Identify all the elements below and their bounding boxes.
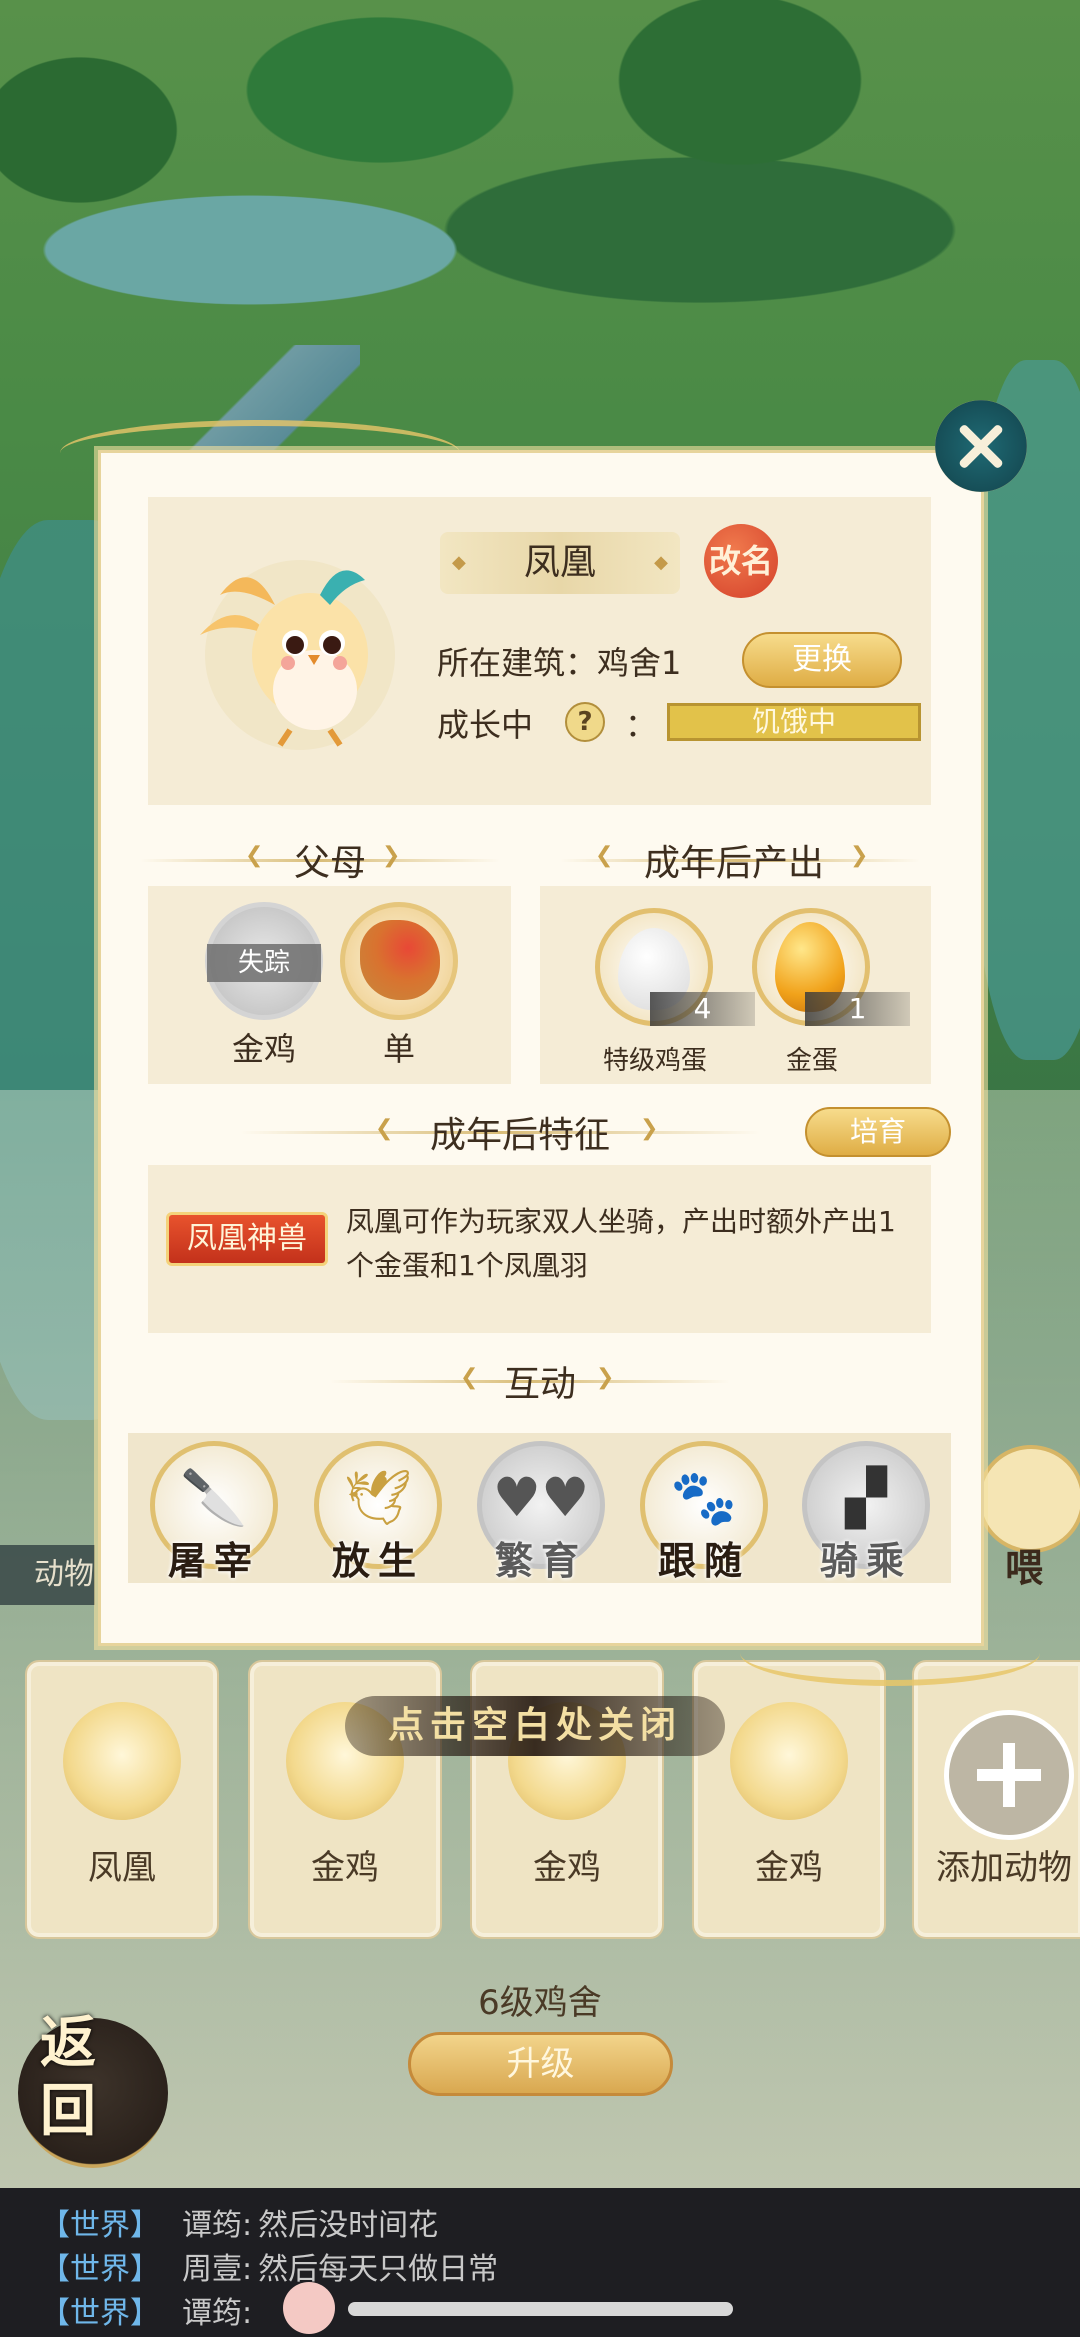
add-animal-card[interactable]: 添加动物 xyxy=(912,1660,1080,1939)
parents-title: 父母 xyxy=(293,843,366,884)
coop-level: 6级鸡舍 xyxy=(478,1983,602,2023)
scroll-ornament-icon: ❮ xyxy=(375,1116,394,1141)
output-count: 1 xyxy=(805,992,910,1026)
chat-text: 然后每天只做日常 xyxy=(258,2252,499,2287)
parent-name: 单 xyxy=(382,1030,415,1068)
hunger-status-bar: 饥饿中 xyxy=(667,703,921,741)
action-label: 放生 xyxy=(331,1539,424,1583)
pawprints-icon: 🐾 xyxy=(670,1466,738,1529)
scroll-ornament-icon: ❯ xyxy=(382,843,401,868)
trait-badge: 凤凰神兽 xyxy=(166,1212,328,1266)
cloud-swirl-ornament xyxy=(740,1620,1040,1686)
scroll-ornament-icon: ❮ xyxy=(595,843,614,868)
upgrade-button[interactable]: 升级 xyxy=(408,2032,673,2096)
saddle-icon: ▞ xyxy=(845,1466,887,1529)
traits-title: 成年后特征 xyxy=(429,1115,610,1156)
feed-label: 喂 xyxy=(1005,1546,1044,1590)
growth-stage-label: 成长中 xyxy=(437,706,534,744)
output-count: 4 xyxy=(650,992,755,1026)
chat-line: 【世界】 谭筠: xyxy=(40,2288,258,2332)
trait-description: 凤凰可作为玩家双人坐骑，产出时额外产出1个金蛋和1个凤凰羽 xyxy=(346,1205,896,1282)
animal-name-tag: 凤凰 xyxy=(440,532,680,594)
chat-line: 【世界】 谭筠: 然后没时间花 xyxy=(40,2200,438,2244)
animal-card-golden-chicken[interactable]: 金鸡 xyxy=(692,1660,886,1939)
bird-icon: 🕊 xyxy=(343,1466,413,1529)
avatar[interactable] xyxy=(283,2282,335,2334)
phoenix-icon xyxy=(63,1702,181,1820)
interact-title: 互动 xyxy=(503,1364,576,1405)
chat-input-bar[interactable] xyxy=(348,2302,733,2316)
rooster-icon xyxy=(360,920,440,1000)
output-name: 金蛋 xyxy=(785,1046,838,1076)
missing-badge: 失踪 xyxy=(207,944,321,982)
chat-line: 【世界】 周壹: 然后每天只做日常 xyxy=(40,2244,498,2288)
add-animal-label: 添加动物 xyxy=(936,1848,1072,1888)
output-title: 成年后产出 xyxy=(643,843,824,884)
close-icon[interactable] xyxy=(935,400,1027,492)
animal-name: 金鸡 xyxy=(533,1848,601,1888)
action-label: 骑乘 xyxy=(819,1539,912,1583)
golden-chick-icon xyxy=(730,1702,848,1820)
animal-name: 金鸡 xyxy=(755,1848,823,1888)
hearts-icon: ♥♥ xyxy=(492,1466,590,1529)
phoenix-portrait xyxy=(200,560,395,750)
cleaver-icon: 🔪 xyxy=(180,1466,248,1529)
parent-name: 金鸡 xyxy=(231,1030,296,1068)
scroll-ornament-icon: ❯ xyxy=(640,1116,659,1141)
scroll-ornament-icon: ❮ xyxy=(460,1365,479,1390)
change-building-button[interactable]: 更换 xyxy=(742,632,902,688)
chat-user: 谭筠: xyxy=(182,2296,253,2331)
scroll-ornament-icon: ❮ xyxy=(245,843,264,868)
rename-button[interactable]: 改名 xyxy=(704,524,778,598)
tap-to-close-hint: 点击空白处关闭 xyxy=(345,1696,725,1756)
chat-user: 周壹: xyxy=(182,2252,253,2287)
output-name: 特级鸡蛋 xyxy=(602,1046,707,1076)
animal-name: 凤凰 xyxy=(88,1848,156,1888)
action-label: 跟随 xyxy=(657,1539,750,1583)
train-button[interactable]: 培育 xyxy=(805,1107,951,1157)
plus-icon xyxy=(944,1710,1074,1840)
back-label: 返回 xyxy=(40,2011,96,2144)
action-label: 繁育 xyxy=(494,1539,587,1583)
action-label: 屠宰 xyxy=(167,1539,260,1583)
chat-user: 谭筠: xyxy=(182,2208,253,2243)
colon-text: ： xyxy=(625,706,658,744)
scroll-ornament-icon: ❯ xyxy=(596,1365,615,1390)
chat-channel: 【世界】 xyxy=(40,2296,160,2331)
chat-channel: 【世界】 xyxy=(40,2252,160,2287)
building-label: 所在建筑：鸡舍1 xyxy=(437,644,682,682)
chat-text: 然后没时间花 xyxy=(258,2208,439,2243)
animals-tab[interactable]: 动物 xyxy=(0,1545,95,1605)
scroll-ornament-icon: ❯ xyxy=(850,843,869,868)
animal-card-phoenix[interactable]: 凤凰 xyxy=(25,1660,219,1939)
chat-channel: 【世界】 xyxy=(40,2208,160,2243)
help-icon[interactable]: ? xyxy=(565,702,605,742)
animal-name: 金鸡 xyxy=(311,1848,379,1888)
